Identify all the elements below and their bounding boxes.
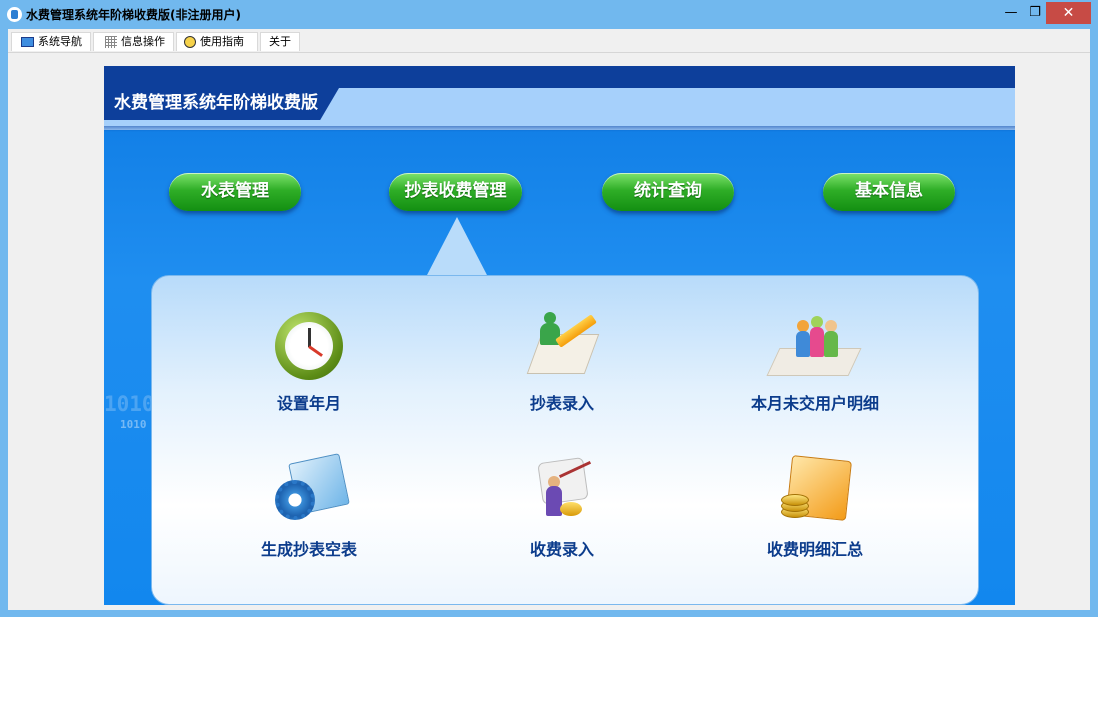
menu-item-label: 关于 — [269, 35, 291, 48]
menu-item-about[interactable]: 关于 — [260, 32, 300, 51]
background-binary-text-small: 1010 — [120, 418, 147, 431]
function-generate-blank-sheet[interactable]: 生成抄表空表 — [209, 453, 409, 559]
function-payment-entry[interactable]: 收费录入 — [462, 457, 662, 559]
title-bar[interactable]: 水费管理系统年阶梯收费版(非注册用户) — ❐ ✕ — [0, 0, 1098, 29]
notepad-pencil-icon — [526, 312, 600, 378]
money-folder-icon — [781, 455, 853, 524]
function-meter-entry[interactable]: 抄表录入 — [462, 312, 662, 413]
clock-icon — [275, 312, 343, 380]
function-label: 收费明细汇总 — [766, 540, 863, 559]
function-card: 设置年月 抄表录入 本月未交用户明细 生成抄表空表 收费录入 收费明细汇总 — [151, 275, 979, 605]
function-payment-summary[interactable]: 收费明细汇总 — [715, 455, 915, 559]
function-label: 设置年月 — [276, 394, 341, 413]
menu-item-user-guide[interactable]: 使用指南 — [176, 32, 258, 51]
client-area: 系统导航 信息操作 使用指南 关于 水费管理系统年阶梯收费版 1010 1010… — [8, 29, 1090, 610]
function-label: 收费录入 — [529, 540, 594, 559]
folder-gear-icon — [275, 453, 350, 524]
window-title: 水费管理系统年阶梯收费版(非注册用户) — [26, 8, 241, 22]
app-logo-icon — [7, 7, 22, 22]
function-label: 抄表录入 — [529, 394, 594, 413]
menu-item-system-nav[interactable]: 系统导航 — [11, 32, 91, 51]
close-button[interactable]: ✕ — [1046, 2, 1091, 24]
function-label: 本月未交用户明细 — [750, 394, 879, 413]
people-group-icon — [766, 314, 862, 380]
scroll-coins-icon — [532, 457, 596, 524]
function-set-year-month[interactable]: 设置年月 — [209, 312, 409, 413]
selection-pointer — [426, 217, 488, 277]
function-label: 生成抄表空表 — [260, 540, 357, 559]
main-panel: 水费管理系统年阶梯收费版 1010 1010 水表管理 抄表收费管理 统计查询 … — [104, 66, 1015, 605]
minimize-button[interactable]: — — [998, 2, 1024, 24]
nav-button-statistics[interactable]: 统计查询 — [602, 173, 734, 211]
menu-item-info-ops[interactable]: 信息操作 — [93, 32, 174, 51]
menu-separator — [8, 52, 1090, 53]
header-band-dark — [104, 66, 1015, 88]
panel-title: 水费管理系统年阶梯收费版 — [114, 93, 318, 113]
menu-item-label: 系统导航 — [38, 35, 82, 48]
restore-button[interactable]: ❐ — [1022, 2, 1048, 24]
clock-icon — [184, 36, 196, 48]
nav-button-basic-info[interactable]: 基本信息 — [823, 173, 955, 211]
background-binary-text: 1010 — [104, 392, 155, 416]
nav-button-meter-management[interactable]: 水表管理 — [169, 173, 301, 211]
monitor-icon — [21, 37, 34, 47]
function-unpaid-users[interactable]: 本月未交用户明细 — [715, 312, 915, 413]
menu-bar: 系统导航 信息操作 使用指南 关于 — [8, 30, 1090, 51]
nav-button-reading-billing[interactable]: 抄表收费管理 — [389, 173, 522, 211]
header-shadow — [104, 126, 1015, 132]
app-window: 水费管理系统年阶梯收费版(非注册用户) — ❐ ✕ 系统导航 信息操作 使用指南… — [0, 0, 1098, 617]
grid-icon — [105, 36, 117, 48]
menu-item-label: 信息操作 — [121, 35, 165, 48]
menu-item-label: 使用指南 — [200, 35, 244, 48]
